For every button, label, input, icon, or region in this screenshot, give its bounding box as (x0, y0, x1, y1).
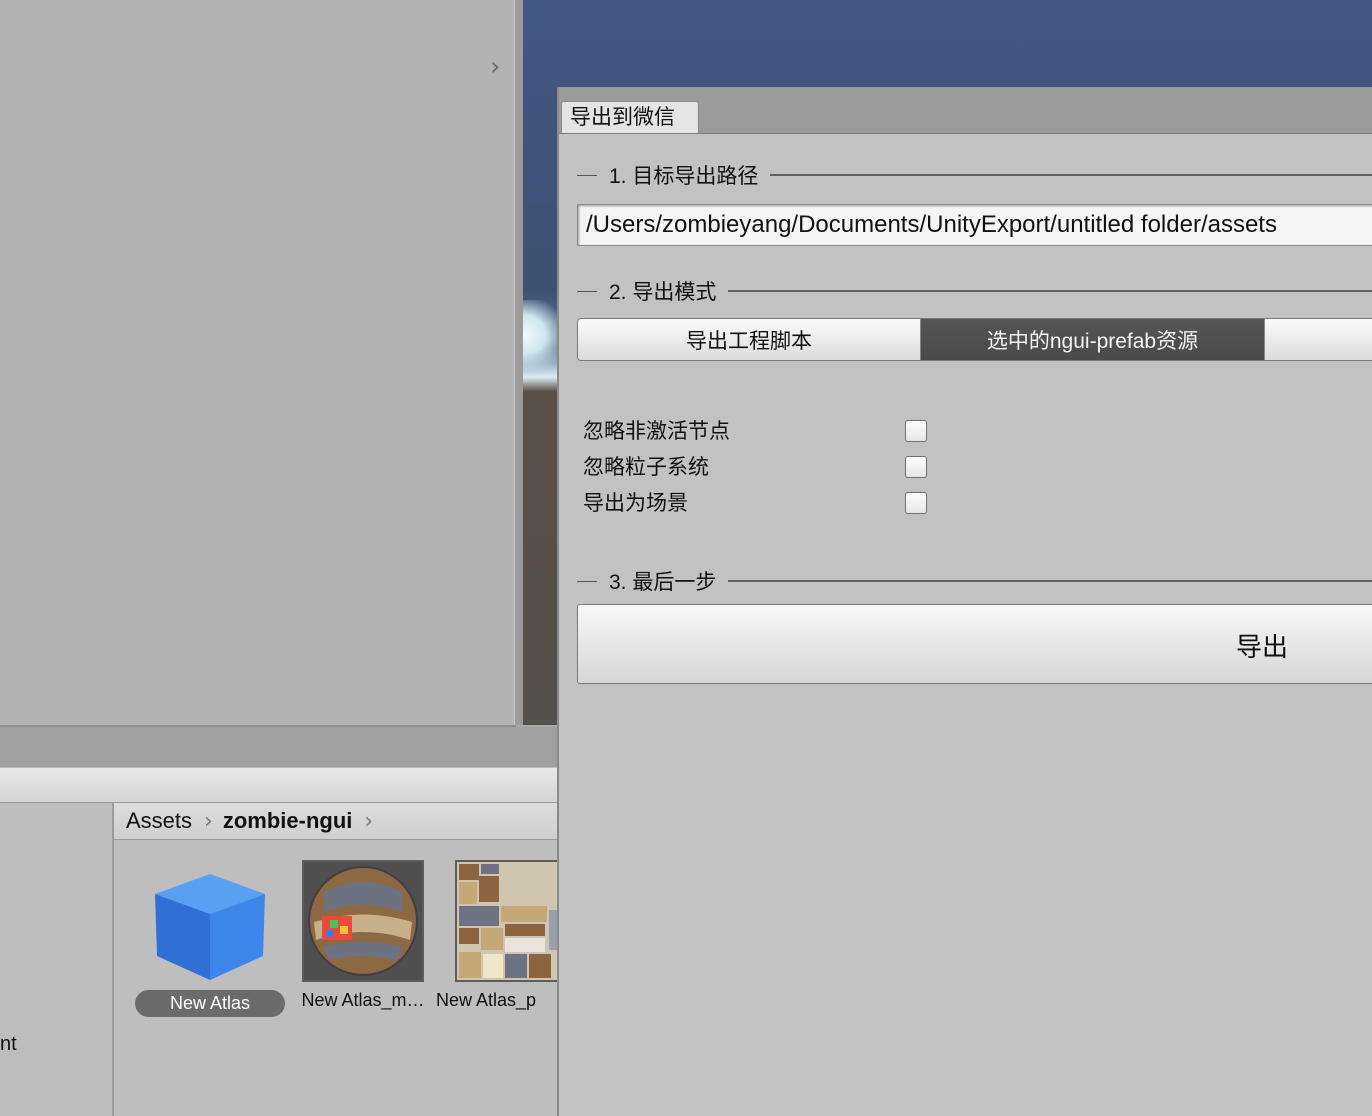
option-label: 忽略粒子系统 (583, 456, 709, 479)
chevron-right-icon: › (364, 808, 374, 834)
export-window: 导出到微信 1. 目标导出路径 /Users/zombieyang/Docume… (557, 87, 1372, 1116)
divider (577, 290, 597, 292)
asset-grid: New Atlas New Atlas_m… New Atlas_p (114, 840, 577, 1116)
project-toolbar (0, 768, 558, 803)
section-title: 3. 最后一步 (609, 571, 717, 594)
option-ignore-particles: 忽略粒子系统 (583, 453, 927, 483)
material-sphere-icon (302, 860, 424, 982)
tab-export-to-wechat[interactable]: 导出到微信 (561, 101, 699, 133)
inspector-panel: › (0, 0, 516, 727)
option-export-as-scene: 导出为场景 (583, 489, 927, 519)
section-final-step: 3. 最后一步 (577, 566, 1372, 596)
section-title: 1. 目标导出路径 (609, 165, 759, 188)
asset-label: New Atlas (135, 990, 285, 1017)
mode-export-project-script[interactable]: 导出工程脚本 (578, 319, 921, 360)
divider (728, 290, 1372, 292)
asset-label: New Atlas_m… (301, 990, 425, 1010)
option-label: 忽略非激活节点 (583, 420, 730, 443)
export-mode-toggle: 导出工程脚本 选中的ngui-prefab资源 (577, 318, 1372, 361)
mode-selected-ngui-prefab[interactable]: 选中的ngui-prefab资源 (921, 319, 1265, 360)
divider (577, 174, 597, 176)
tab-strip: 导出到微信 (559, 87, 1372, 134)
breadcrumb-assets[interactable]: Assets (126, 808, 192, 834)
breadcrumb: Assets › zombie-ngui › (114, 803, 558, 840)
breadcrumb-zombie-ngui[interactable]: zombie-ngui (223, 808, 353, 834)
prefab-cube-icon (149, 860, 271, 982)
divider (577, 580, 597, 582)
export-as-scene-checkbox[interactable] (905, 492, 927, 514)
asset-item[interactable]: New Atlas_m… (283, 860, 443, 1011)
section-export-mode: 2. 导出模式 (577, 276, 1372, 306)
panel-divider (0, 727, 558, 768)
export-button-label: 导出 (1236, 632, 1289, 662)
ignore-inactive-checkbox[interactable] (905, 420, 927, 442)
export-path-input[interactable]: /Users/zombieyang/Documents/UnityExport/… (577, 204, 1372, 246)
chevron-right-icon: › (204, 808, 213, 834)
option-ignore-inactive: 忽略非激活节点 (583, 417, 927, 447)
divider (728, 580, 1372, 582)
option-label: 导出为场景 (583, 492, 688, 515)
section-title: 2. 导出模式 (609, 281, 717, 304)
divider (770, 174, 1372, 176)
export-button[interactable]: 导出 (577, 604, 1372, 684)
project-folder-tree[interactable]: nt (0, 803, 114, 1116)
chevron-right-icon[interactable]: › (490, 54, 510, 80)
ignore-particles-checkbox[interactable] (905, 456, 927, 478)
mode-more[interactable] (1265, 319, 1372, 360)
folder-tree-item[interactable]: nt (0, 1033, 17, 1056)
asset-item[interactable]: New Atlas (130, 860, 290, 1017)
section-target-path: 1. 目标导出路径 (577, 160, 1372, 190)
